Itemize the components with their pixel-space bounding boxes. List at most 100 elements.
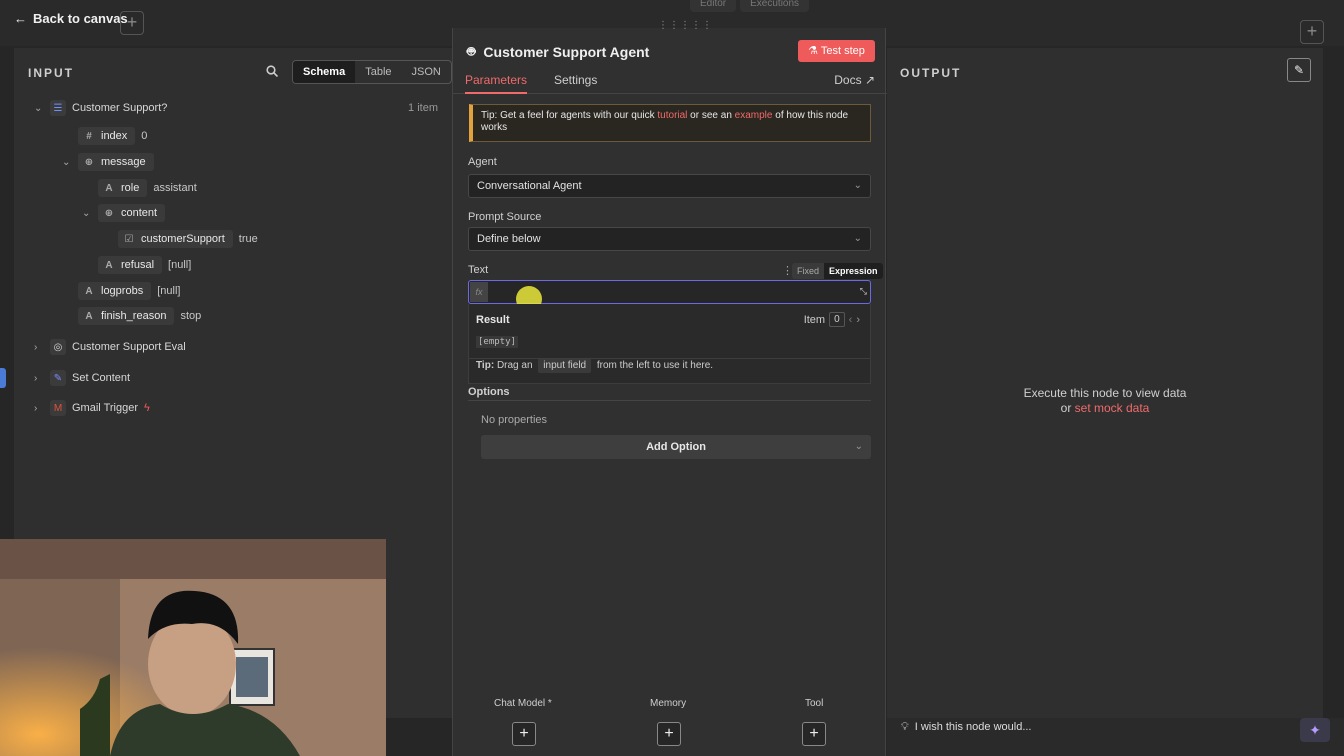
field-row[interactable]: Arole assistant [98,178,197,198]
docs-link[interactable]: Docs ↗ [834,73,875,87]
string-type-icon: A [85,285,93,297]
chevron-down-icon: ⌄ [34,102,43,114]
chevron-down-icon: ⌄ [853,180,862,191]
add-tool-button[interactable]: + [802,722,826,746]
node-row-customer-support-eval[interactable]: › ◎ Customer Support Eval [34,337,186,357]
flask-icon: ⚗ [808,45,818,57]
add-option-button[interactable]: Add Option ⌄ [481,435,871,459]
string-type-icon: A [105,182,113,194]
chevron-down-icon: ⌄ [854,441,863,452]
tool-label: Tool [805,698,824,709]
chat-model-label: Chat Model * [494,698,552,709]
divider [468,400,871,401]
string-type-icon: A [85,310,93,322]
prompt-source-select[interactable]: Define below ⌄ [468,227,871,251]
agent-select[interactable]: Conversational Agent ⌄ [468,174,871,198]
object-type-icon: ⊕ [104,207,114,219]
memory-label: Memory [650,698,687,709]
add-node-right-button[interactable]: + [1300,20,1324,44]
add-node-button[interactable]: + [120,11,144,35]
back-to-canvas-button[interactable]: ← Back to canvas [14,11,128,26]
expand-icon[interactable]: ⤡ [860,286,867,297]
left-edge-handle[interactable] [0,368,6,388]
chevron-left-icon[interactable]: ‹ [849,314,853,326]
mode-expression[interactable]: Expression [824,263,883,279]
text-label: Text [468,264,489,276]
sparkle-icon: ✦ [1309,722,1321,738]
tab-settings[interactable]: Settings [554,73,597,87]
example-link[interactable]: example [735,110,773,121]
test-step-button[interactable]: ⚗ Test step [798,40,875,62]
external-link-icon: ↗ [864,73,875,87]
object-type-icon: ⊕ [84,156,94,168]
field-row[interactable]: ⌄ ⊕ message [62,152,154,172]
result-value: [empty] [476,336,518,348]
chevron-down-icon: ⌄ [62,156,71,168]
lightning-icon: ϟ [144,402,150,414]
pencil-icon: ✎ [50,370,66,386]
boolean-type-icon: ☑ [124,233,134,245]
field-row[interactable]: # index 0 [78,126,147,146]
chevron-right-icon: › [34,372,38,384]
add-chat-model-button[interactable]: + [512,722,536,746]
view-table[interactable]: Table [355,61,401,83]
tab-editor[interactable]: Editor [690,0,737,12]
app-root: ← Back to canvas + Editor Executions + I… [0,0,1344,756]
set-mock-data-link[interactable]: set mock data [1075,401,1150,415]
chevron-down-icon: ⌄ [82,207,91,219]
no-properties-text: No properties [481,414,548,426]
mode-fixed[interactable]: Fixed [792,263,824,279]
view-json[interactable]: JSON [402,61,451,83]
field-row[interactable]: Alogprobs [null] [78,281,180,301]
node-panel: ⋮⋮⋮⋮⋮ 🤖︎ Customer Support Agent ⚗ Test s… [452,20,887,756]
view-toggle: Schema Table JSON [292,60,452,84]
edit-output-button[interactable]: ✎ [1287,58,1311,82]
robot-icon: 🤖︎ [467,43,476,59]
result-panel: Result Item 0 ‹ › [empty] Tip: Drag an i… [468,304,871,384]
top-tabs: Editor Executions [690,0,810,12]
field-row[interactable]: Afinish_reason stop [78,306,201,326]
options-label: Options [468,386,510,398]
webcam-overlay [0,539,386,756]
pencil-icon: ✎ [1293,63,1305,77]
view-schema[interactable]: Schema [293,61,356,83]
field-row[interactable]: ⌄ ⊕ content [82,203,166,223]
bottom-feedback-bar: 💡︎ I wish this node would... ✦ [887,718,1344,756]
field-row[interactable]: Arefusal [null] [98,255,191,275]
chevron-right-icon: › [34,341,38,353]
agent-label: Agent [468,156,497,168]
drag-hint: Tip: Drag an input field from the left t… [476,358,714,373]
node-row-set-content[interactable]: › ✎ Set Content [34,368,130,388]
ai-assistant-button[interactable]: ✦ [1300,718,1330,742]
string-type-icon: A [105,259,113,271]
output-panel: OUTPUT ✎ Execute this node to view data … [887,48,1323,718]
prompt-source-label: Prompt Source [468,211,542,223]
node-title: 🤖︎ Customer Support Agent [467,43,650,60]
feedback-prompt[interactable]: 💡︎ I wish this node would... [901,718,1032,736]
search-icon[interactable] [266,65,278,77]
input-title: INPUT [28,66,74,80]
chevron-right-icon[interactable]: › [856,314,860,326]
item-selector: Item 0 ‹ › [803,312,860,327]
tip-banner: Tip: Get a feel for agents with our quic… [469,104,871,142]
output-empty-message: Execute this node to view data or set mo… [1023,386,1187,415]
field-row[interactable]: ☑ customerSupport true [118,229,258,249]
node-tabs: Parameters Settings Docs ↗ [453,68,887,94]
item-count: 1 item [408,102,438,114]
node-row-gmail-trigger[interactable]: › M Gmail Trigger ϟ [34,398,150,418]
item-index-input[interactable]: 0 [829,312,845,327]
drag-handle[interactable]: ⋮⋮⋮⋮⋮ [658,20,713,31]
lightbulb-icon: 💡︎ [901,721,909,733]
tutorial-link[interactable]: tutorial [657,110,687,121]
add-memory-button[interactable]: + [657,722,681,746]
chevron-down-icon: ⌄ [853,233,862,244]
divider [468,358,871,359]
arrow-left-icon: ← [14,11,27,26]
fx-icon: fx [470,282,488,302]
gmail-icon: M [50,400,66,416]
tab-executions[interactable]: Executions [740,0,810,12]
eval-node-icon: ◎ [50,339,66,355]
input-node-row[interactable]: ⌄ ☰ Customer Support? 1 item [34,98,438,118]
output-title: OUTPUT [900,66,962,80]
tab-parameters[interactable]: Parameters [465,73,528,94]
